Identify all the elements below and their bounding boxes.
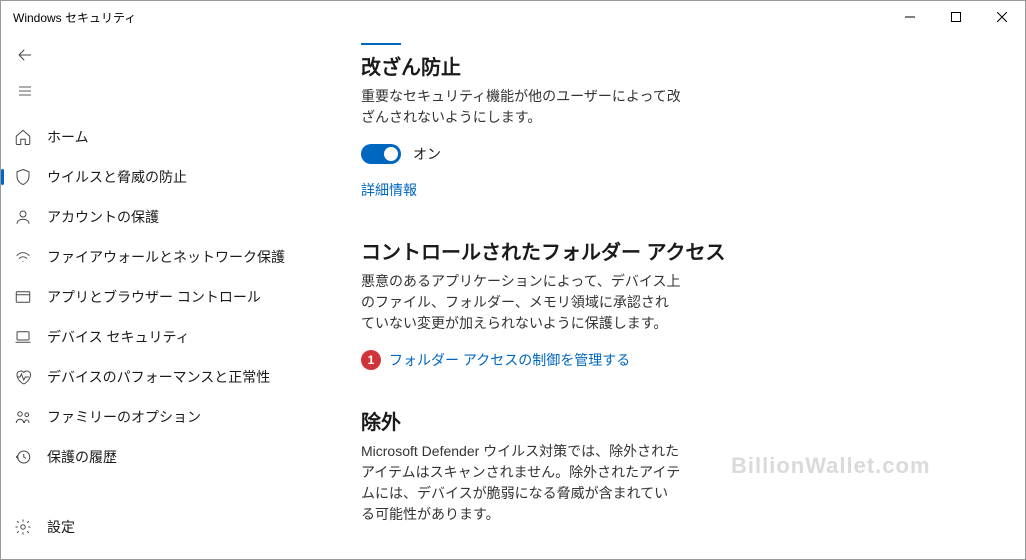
sidebar-item-device-security[interactable]: デバイス セキュリティ xyxy=(1,317,311,357)
sidebar-item-app-browser[interactable]: アプリとブラウザー コントロール xyxy=(1,277,311,317)
sidebar: ホーム ウイルスと脅威の防止 アカウントの保護 ファイアウォールとネットワーク保… xyxy=(1,33,311,559)
tamper-toggle[interactable] xyxy=(361,144,401,164)
back-button[interactable] xyxy=(5,37,45,73)
content: 改ざん防止 重要なセキュリティ機能が他のユーザーによって改ざんされないようにしま… xyxy=(311,33,1025,559)
close-button[interactable] xyxy=(979,1,1025,33)
sidebar-item-label: アプリとブラウザー コントロール xyxy=(47,287,261,307)
history-icon xyxy=(13,447,33,467)
sidebar-bottom: 設定 xyxy=(1,507,311,559)
section-title: 除外 xyxy=(361,406,985,435)
menu-button[interactable] xyxy=(5,73,45,109)
gear-icon xyxy=(13,517,33,537)
window-title: Windows セキュリティ xyxy=(13,9,136,26)
sidebar-item-family[interactable]: ファミリーのオプション xyxy=(1,397,311,437)
toggle-label: オン xyxy=(413,144,441,164)
section-desc: Microsoft Defender ウイルス対策では、除外されたアイテムはスキ… xyxy=(361,441,681,525)
sidebar-top xyxy=(1,37,311,117)
section-title: 改ざん防止 xyxy=(361,51,985,80)
window-icon xyxy=(13,287,33,307)
details-link[interactable]: 詳細情報 xyxy=(361,180,417,200)
wifi-icon xyxy=(13,247,33,267)
sidebar-item-label: デバイス セキュリティ xyxy=(47,327,190,347)
sidebar-item-label: 保護の履歴 xyxy=(47,447,117,467)
sidebar-item-label: デバイスのパフォーマンスと正常性 xyxy=(47,367,270,387)
sidebar-item-label: アカウントの保護 xyxy=(47,207,159,227)
section-controlled-folder: コントロールされたフォルダー アクセス 悪意のあるアプリケーションによって、デバ… xyxy=(361,236,985,370)
home-icon xyxy=(13,127,33,147)
shield-icon xyxy=(13,167,33,187)
sidebar-item-label: ウイルスと脅威の防止 xyxy=(47,167,187,187)
sidebar-item-label: ファイアウォールとネットワーク保護 xyxy=(47,247,285,267)
manage-link-row: 1 フォルダー アクセスの制御を管理する xyxy=(361,350,985,370)
sidebar-item-device-health[interactable]: デバイスのパフォーマンスと正常性 xyxy=(1,357,311,397)
manage-folder-link[interactable]: フォルダー アクセスの制御を管理する xyxy=(389,350,630,370)
section-desc: 悪意のあるアプリケーションによって、デバイス上のファイル、フォルダー、メモリ領域… xyxy=(361,271,681,334)
sidebar-item-home[interactable]: ホーム xyxy=(1,117,311,157)
sidebar-item-virus[interactable]: ウイルスと脅威の防止 xyxy=(1,157,311,197)
accent-line xyxy=(361,43,401,45)
section-tamper-protection: 改ざん防止 重要なセキュリティ機能が他のユーザーによって改ざんされないようにしま… xyxy=(361,51,985,200)
heart-icon xyxy=(13,367,33,387)
sidebar-item-label: ホーム xyxy=(47,127,89,147)
person-icon xyxy=(13,207,33,227)
sidebar-item-label: 設定 xyxy=(47,517,75,537)
app-body: ホーム ウイルスと脅威の防止 アカウントの保護 ファイアウォールとネットワーク保… xyxy=(1,33,1025,559)
sidebar-item-account[interactable]: アカウントの保護 xyxy=(1,197,311,237)
section-exclusions: 除外 Microsoft Defender ウイルス対策では、除外されたアイテム… xyxy=(361,406,985,525)
section-title: コントロールされたフォルダー アクセス xyxy=(361,236,985,265)
window-controls xyxy=(887,1,1025,33)
step-badge: 1 xyxy=(361,350,381,370)
sidebar-item-history[interactable]: 保護の履歴 xyxy=(1,437,311,477)
minimize-button[interactable] xyxy=(887,1,933,33)
family-icon xyxy=(13,407,33,427)
sidebar-item-label: ファミリーのオプション xyxy=(47,407,201,427)
toggle-row: オン xyxy=(361,144,985,164)
laptop-icon xyxy=(13,327,33,347)
sidebar-item-firewall[interactable]: ファイアウォールとネットワーク保護 xyxy=(1,237,311,277)
titlebar: Windows セキュリティ xyxy=(1,1,1025,33)
sidebar-item-settings[interactable]: 設定 xyxy=(1,507,311,547)
sidebar-list: ホーム ウイルスと脅威の防止 アカウントの保護 ファイアウォールとネットワーク保… xyxy=(1,117,311,507)
maximize-button[interactable] xyxy=(933,1,979,33)
section-desc: 重要なセキュリティ機能が他のユーザーによって改ざんされないようにします。 xyxy=(361,86,681,128)
